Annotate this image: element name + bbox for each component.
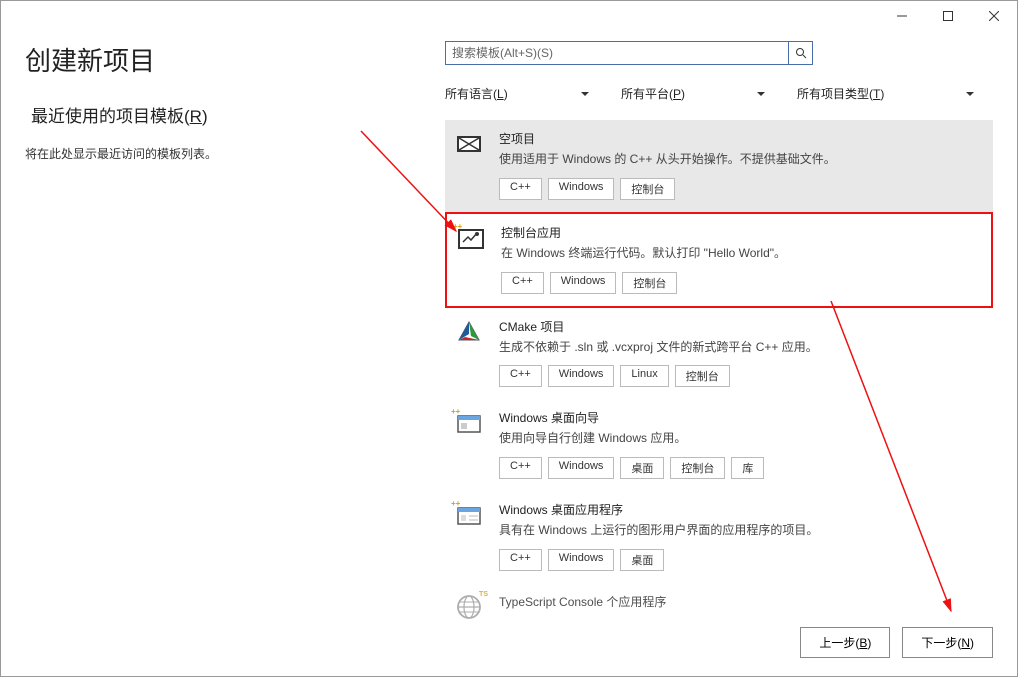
tag: C++ [499, 178, 542, 200]
search-input[interactable] [446, 42, 788, 64]
tag: Windows [548, 457, 615, 479]
recent-templates-heading: 最近使用的项目模板(R) [31, 102, 425, 127]
cmake-icon [453, 318, 485, 350]
tag: Windows [548, 365, 615, 387]
search-button[interactable] [788, 42, 812, 64]
chevron-down-icon [581, 92, 589, 96]
filter-platform[interactable]: 所有平台(P) [621, 85, 797, 102]
template-cmake[interactable]: CMake 项目 生成不依赖于 .sln 或 .vcxproj 文件的新式跨平台… [445, 308, 993, 400]
tag: C++ [501, 272, 544, 294]
search-box [445, 41, 813, 65]
tag: 控制台 [622, 272, 677, 294]
titlebar [1, 1, 1017, 31]
page-title: 创建新项目 [25, 41, 425, 78]
tag: 桌面 [620, 457, 664, 479]
maximize-button[interactable] [925, 1, 971, 31]
template-empty-project[interactable]: 空项目 使用适用于 Windows 的 C++ 从头开始操作。不提供基础文件。 … [445, 120, 993, 212]
template-desc: 使用适用于 Windows 的 C++ 从头开始操作。不提供基础文件。 [499, 151, 985, 168]
template-desktop-app[interactable]: ++ Windows 桌面应用程序 具有在 Windows 上运行的图形用户界面… [445, 491, 993, 583]
tag: C++ [499, 365, 542, 387]
chevron-down-icon [966, 92, 974, 96]
close-button[interactable] [971, 1, 1017, 31]
tag: 控制台 [670, 457, 725, 479]
tag: 控制台 [620, 178, 675, 200]
tag: Windows [550, 272, 617, 294]
template-desc: 在 Windows 终端运行代码。默认打印 "Hello World"。 [501, 245, 983, 262]
template-title: 控制台应用 [501, 224, 983, 241]
tag: Linux [620, 365, 668, 387]
filter-project-type[interactable]: 所有项目类型(T) [797, 85, 974, 102]
template-title: 空项目 [499, 130, 985, 147]
tag: Windows [548, 549, 615, 571]
tag: 控制台 [675, 365, 730, 387]
tag: 桌面 [620, 549, 664, 571]
template-console-app[interactable]: ++ 控制台应用 在 Windows 终端运行代码。默认打印 "Hello Wo… [445, 212, 993, 308]
back-button[interactable]: 上一步(B) [800, 627, 890, 658]
console-app-icon: ++ [455, 224, 487, 256]
filter-language[interactable]: 所有语言(L) [445, 85, 621, 102]
typescript-console-icon: TS [453, 593, 485, 625]
tag: Windows [548, 178, 615, 200]
template-desc: 生成不依赖于 .sln 或 .vcxproj 文件的新式跨平台 C++ 应用。 [499, 339, 985, 356]
template-list: 空项目 使用适用于 Windows 的 C++ 从头开始操作。不提供基础文件。 … [445, 120, 993, 637]
chevron-down-icon [757, 92, 765, 96]
desktop-wizard-icon: ++ [453, 409, 485, 441]
template-title: Windows 桌面应用程序 [499, 501, 985, 518]
desktop-app-icon: ++ [453, 501, 485, 533]
minimize-button[interactable] [879, 1, 925, 31]
template-title: TypeScript Console 个应用程序 [499, 593, 985, 610]
next-button[interactable]: 下一步(N) [902, 627, 993, 658]
tag: C++ [499, 457, 542, 479]
tag: C++ [499, 549, 542, 571]
tag: 库 [731, 457, 764, 479]
template-desktop-wizard[interactable]: ++ Windows 桌面向导 使用向导自行创建 Windows 应用。 C++… [445, 399, 993, 491]
template-desc: 使用向导自行创建 Windows 应用。 [499, 430, 985, 447]
template-desc: 具有在 Windows 上运行的图形用户界面的应用程序的项目。 [499, 522, 985, 539]
empty-project-icon [453, 130, 485, 162]
recent-empty-text: 将在此处显示最近访问的模板列表。 [25, 145, 425, 162]
template-title: CMake 项目 [499, 318, 985, 335]
template-title: Windows 桌面向导 [499, 409, 985, 426]
